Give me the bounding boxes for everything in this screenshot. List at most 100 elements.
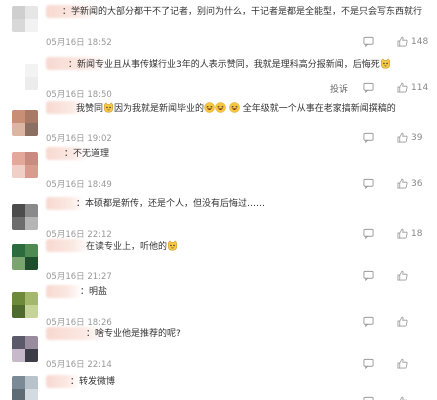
avatar-mosaic-cell [12, 123, 25, 136]
reply-button[interactable] [363, 396, 374, 400]
comment-body: 在读专业上，听他的 [86, 242, 168, 252]
reply-button[interactable] [363, 132, 374, 143]
like-button[interactable] [397, 396, 411, 400]
avatar-mosaic-cell [12, 217, 25, 230]
reply-button[interactable] [363, 82, 374, 93]
cat-emoji-icon [104, 102, 113, 113]
comment-body: 学新闻的大部分都干不了记者，别问为什么，干记者是都是全能型，不是只会写东西就行 [71, 7, 423, 17]
comment-bubble-icon [363, 358, 374, 369]
avatar-mosaic-cell [12, 152, 25, 165]
comment-body: 新闻专业且从事传媒行业3年的人表示赞同，我就是理科高分报新闻，后悔死 [77, 60, 380, 70]
avatar[interactable] [12, 336, 38, 362]
comment-timestamp: 05月16日 19:02 [46, 134, 112, 144]
comment-colon: ： [86, 329, 96, 339]
like-button[interactable]: 148 [397, 36, 428, 47]
comment-item: 我赞同 因为我就是新闻毕业的 全年级就一个从事在老家搞新闻撰稿的 05月16日 19… [0, 100, 437, 144]
avatar-mosaic-cell [25, 6, 38, 19]
comment-bubble-icon [363, 132, 374, 143]
comment-body: 不无道理 [73, 149, 110, 159]
like-button[interactable]: 36 [397, 178, 422, 189]
comment-item: ：不无道理 05月16日 18:49 36 [0, 146, 437, 190]
avatar[interactable] [12, 292, 38, 318]
avatar-mosaic-cell [25, 123, 38, 136]
comment-bubble-icon [363, 82, 374, 93]
avatar-mosaic-cell [25, 257, 38, 270]
avatar[interactable] [12, 152, 38, 178]
avatar-mosaic-cell [25, 292, 38, 305]
comment-item: ：学新闻的大部分都干不了记者，别问为什么，干记者是都是全能型，不是只会写东西就行… [0, 4, 437, 48]
comment-timestamp: 05月16日 18:50 [46, 90, 112, 100]
thumb-up-icon [397, 270, 408, 281]
comment-body: 本硕都是新传，还是个人，但没有后悔过…… [85, 199, 266, 209]
comment-body: 啥专业他是推荐的呢? [95, 329, 181, 339]
cat-emoji-icon [380, 58, 390, 69]
avatar-mosaic-cell [12, 389, 25, 400]
comment-text: ：学新闻的大部分都干不了记者，别问为什么，干记者是都是全能型，不是只会写东西就行 [62, 6, 422, 18]
thumb-up-icon [397, 82, 408, 93]
comment-text: ：不无道理 [64, 148, 109, 160]
avatar[interactable] [12, 110, 38, 136]
laughing-emoji-icon [204, 102, 215, 113]
reply-button[interactable] [363, 178, 374, 189]
reply-button[interactable] [363, 358, 374, 369]
like-count: 39 [411, 132, 423, 143]
avatar-mosaic-cell [25, 165, 38, 178]
report-link[interactable]: 投诉 [330, 82, 348, 95]
avatar-mosaic-cell [12, 349, 25, 362]
thumb-up-icon [397, 358, 408, 369]
avatar-mosaic-cell [25, 217, 38, 230]
reply-button[interactable] [363, 270, 374, 281]
comment-text: ：转发微博 [70, 376, 115, 388]
username-blurred[interactable] [46, 285, 82, 298]
avatar-mosaic-cell [25, 244, 38, 257]
comment-text: ：本硕都是新传，还是个人，但没有后悔过…… [76, 198, 265, 210]
like-button[interactable] [397, 358, 411, 369]
avatar-mosaic-cell [12, 64, 25, 77]
avatar-mosaic-cell [25, 19, 38, 32]
comment-bubble-icon [363, 36, 374, 47]
like-button[interactable]: 39 [397, 132, 422, 143]
comment-timestamp: 05月16日 21:27 [46, 272, 112, 282]
comment-text: ：明盐 [80, 286, 107, 298]
like-count: 18 [411, 228, 423, 239]
comment-item: 在读专业上，听他的 05月16日 21:27 [0, 238, 437, 282]
comment-bubble-icon [363, 178, 374, 189]
thumb-up-icon [397, 178, 408, 189]
comment-item: ：本硕都是新传，还是个人，但没有后悔过…… 05月16日 22:12 18 [0, 196, 437, 240]
avatar-mosaic-cell [12, 376, 25, 389]
like-button[interactable]: 114 [397, 82, 428, 93]
avatar-mosaic-cell [25, 336, 38, 349]
comment-colon: ： [76, 199, 86, 209]
comment-timestamp: 05月16日 18:52 [46, 38, 112, 48]
like-button[interactable] [397, 270, 411, 281]
thumb-up-icon [399, 396, 407, 400]
avatar[interactable] [12, 204, 38, 230]
comment-body: 明盐 [89, 287, 108, 297]
comment-text: 我赞同 因为我就是新闻毕业的 全年级就一个从事在老家搞新闻撰稿的 [76, 102, 396, 115]
avatar-mosaic-cell [25, 305, 38, 318]
comment-text: ：新闻专业且从事传媒行业3年的人表示赞同，我就是理科高分报新闻，后悔死 [68, 58, 391, 71]
avatar-mosaic-cell [12, 204, 25, 217]
like-count: 148 [411, 36, 429, 47]
like-count: 114 [411, 82, 429, 93]
avatar-mosaic-cell [12, 6, 25, 19]
comment-colon: ： [64, 149, 74, 159]
avatar-mosaic-cell [25, 110, 38, 123]
avatar-mosaic-cell [12, 305, 25, 318]
comment-colon: ： [80, 287, 90, 297]
avatar[interactable] [12, 244, 38, 270]
avatar-mosaic-cell [12, 165, 25, 178]
avatar[interactable] [12, 376, 38, 400]
comment-text: ：啥专业他是推荐的呢? [86, 328, 181, 340]
avatar-mosaic-cell [25, 152, 38, 165]
avatar[interactable] [12, 6, 38, 32]
comment-colon: ： [70, 377, 80, 387]
reply-button[interactable] [363, 36, 374, 47]
laughing-emoji-icon [229, 102, 240, 113]
avatar[interactable] [12, 64, 38, 90]
comment-item: ：新闻专业且从事传媒行业3年的人表示赞同，我就是理科高分报新闻，后悔死 05月16… [0, 56, 437, 100]
avatar-mosaic-cell [25, 376, 38, 389]
comment-item: ：转发微博 [0, 374, 437, 400]
username-blurred[interactable] [46, 239, 90, 252]
comment-body-cont: 因为我就是新闻毕业的 [114, 104, 205, 114]
